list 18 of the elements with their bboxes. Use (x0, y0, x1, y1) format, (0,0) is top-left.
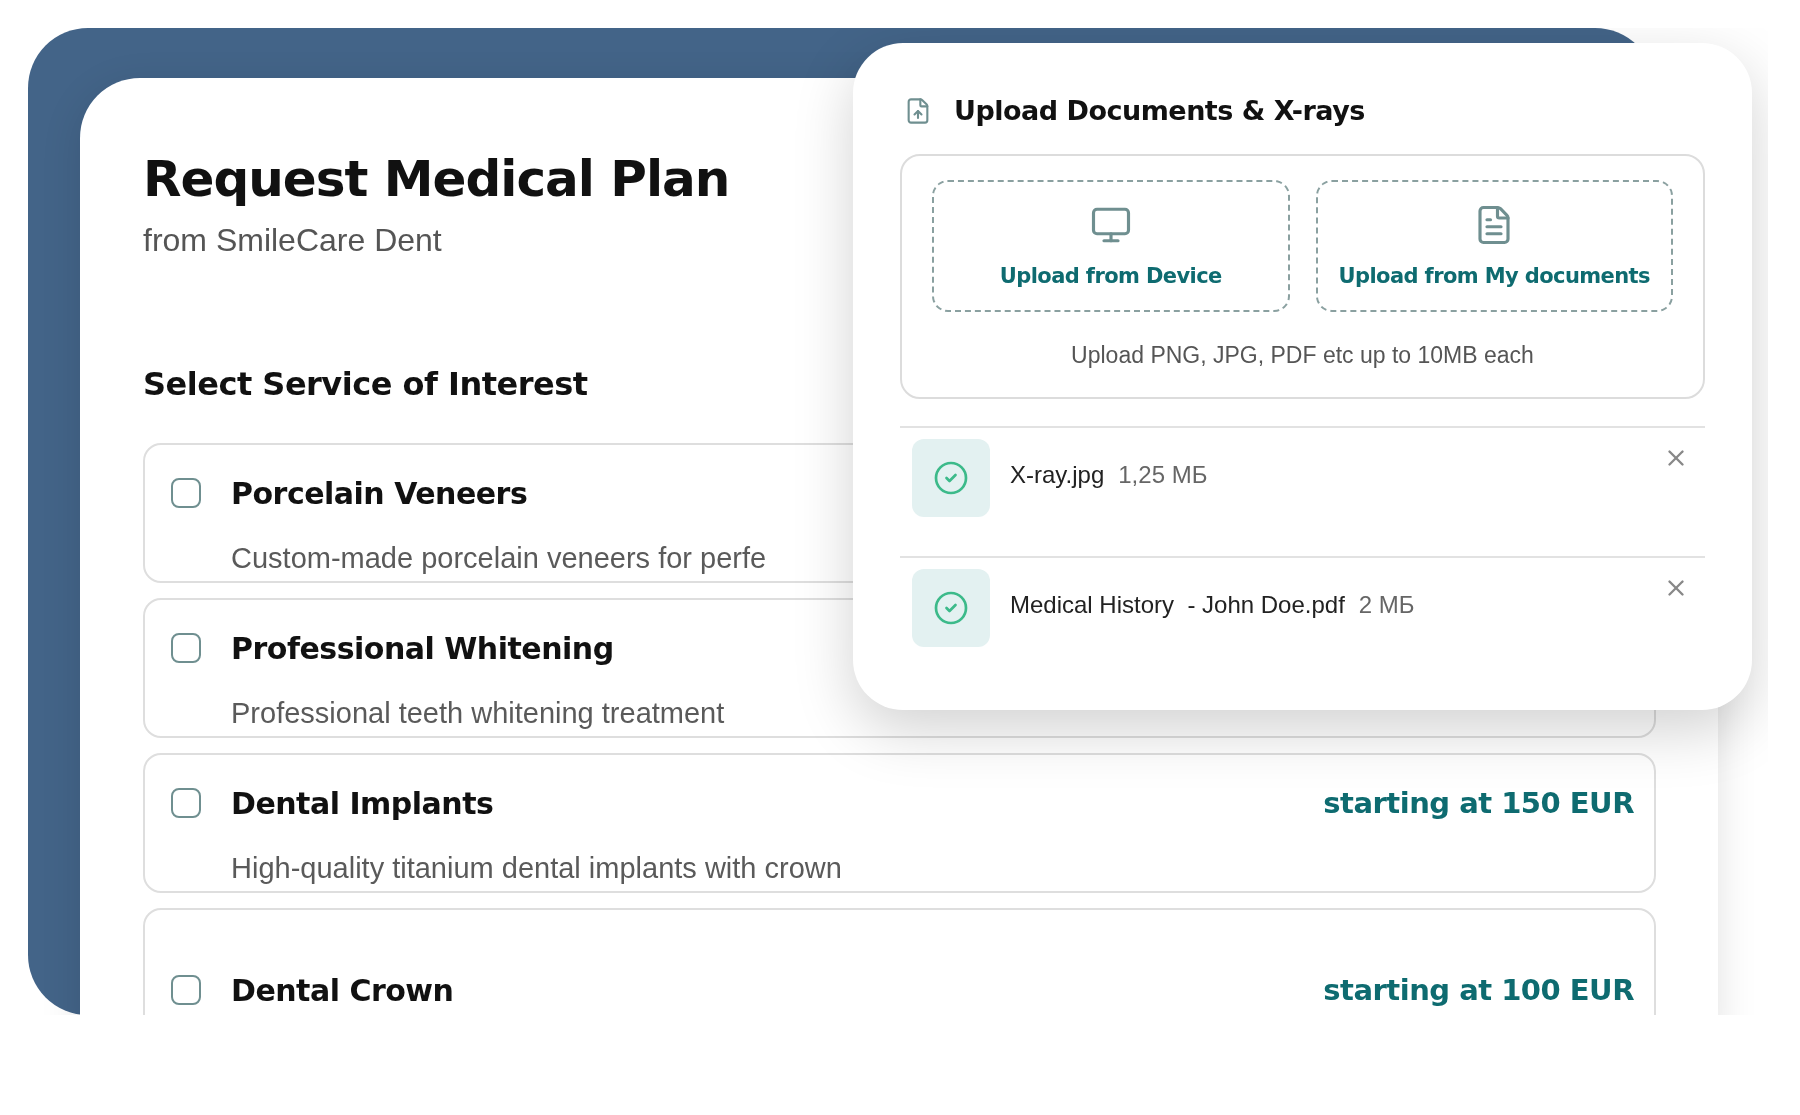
file-name: X-ray.jpg (1010, 461, 1105, 489)
file-size: 2 МБ (1358, 591, 1415, 619)
page-subtitle: from SmileCare Dent (143, 222, 442, 259)
service-description: Custom-made porcelain veneers for perfe (231, 541, 767, 575)
service-name: Porcelain Veneers (231, 475, 528, 511)
page-title: Request Medical Plan (143, 150, 731, 208)
service-price: starting at 100 EUR (1323, 973, 1634, 1007)
upload-hint: Upload PNG, JPG, PDF etc up to 10MB each (1070, 342, 1535, 369)
service-description: High-quality titanium dental implants with crown (231, 851, 842, 885)
service-name: Professional Whitening (231, 630, 614, 666)
service-description: Professional teeth whitening treatment (231, 696, 725, 730)
section-title: Select Service of Interest (143, 365, 588, 403)
service-price: starting at 150 EUR (1323, 786, 1634, 820)
service-name: Dental Crown (231, 972, 454, 1008)
file-name: Medical History - John Doe.pdf (1010, 591, 1345, 619)
panel-title: Upload Documents & X-rays (954, 95, 1365, 126)
service-name: Dental Implants (231, 785, 494, 821)
file-size: 1,25 МБ (1118, 461, 1208, 489)
